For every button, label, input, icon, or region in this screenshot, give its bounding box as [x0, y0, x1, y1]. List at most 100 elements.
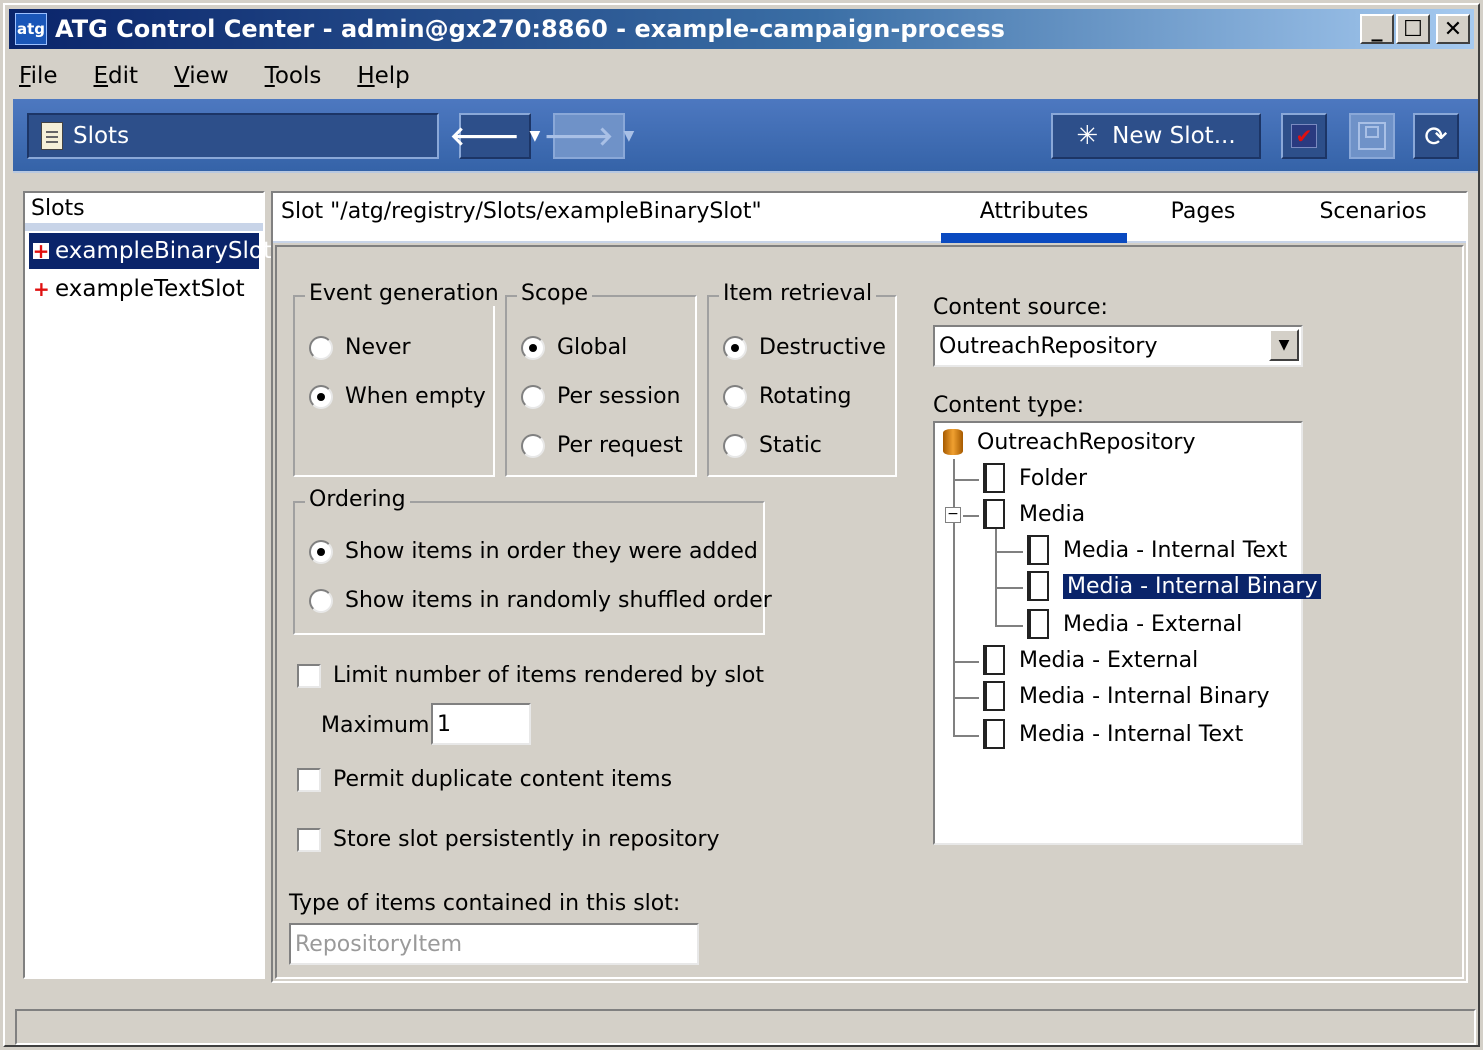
tree-node-selected[interactable]: Media - Internal Binary	[1027, 569, 1322, 603]
tree-node[interactable]: Media - External	[983, 643, 1198, 677]
content-type-tree[interactable]: − OutreachRepository Folder Media Media …	[933, 421, 1322, 845]
event-generation-legend: Event generation	[305, 281, 503, 306]
radio-label: Destructive	[759, 335, 886, 360]
tree-node[interactable]: Media - Internal Text	[1027, 533, 1287, 567]
radio-button[interactable]	[521, 433, 545, 458]
permit-duplicates-checkbox[interactable]	[297, 767, 321, 792]
tree-node-label: Media - Internal Text	[1019, 721, 1244, 747]
item-type-field[interactable]: RepositoryItem	[289, 923, 699, 965]
slot-list-item[interactable]: + exampleTextSlot	[29, 271, 259, 307]
slot-path: Slot "/atg/registry/Slots/exampleBinaryS…	[281, 199, 762, 224]
window-controls: _ ☐ ✕	[1360, 14, 1470, 44]
menu-view[interactable]: View	[170, 61, 233, 91]
item-type-icon	[983, 463, 1005, 493]
navigation-selector[interactable]: Slots	[27, 113, 439, 159]
checkbox-label: Limit number of items rendered by slot	[333, 663, 764, 688]
minimize-button[interactable]: _	[1360, 14, 1394, 44]
save-button[interactable]	[1349, 113, 1395, 159]
maximum-field[interactable]: 1	[431, 703, 531, 745]
tree-node[interactable]: Media	[983, 497, 1085, 531]
limit-items-checkbox[interactable]	[297, 663, 321, 688]
radio-button[interactable]	[723, 335, 747, 360]
arrow-right-icon: 🡒	[543, 121, 614, 152]
item-type-icon	[983, 681, 1005, 711]
tree-node-label: Folder	[1019, 465, 1087, 491]
radio-order-shuffled[interactable]: Show items in randomly shuffled order	[309, 588, 772, 613]
radio-per-request[interactable]: Per request	[521, 433, 683, 458]
radio-when-empty[interactable]: When empty	[309, 384, 486, 409]
limit-items-checkbox-row[interactable]: Limit number of items rendered by slot	[297, 663, 764, 688]
radio-order-added[interactable]: Show items in order they were added	[309, 539, 758, 564]
radio-button[interactable]	[309, 588, 333, 613]
sparkle-icon: ✳	[1076, 121, 1099, 151]
tab-attributes[interactable]: Attributes	[941, 199, 1127, 243]
database-icon	[943, 429, 963, 455]
dropdown-button[interactable]: ▼	[1269, 329, 1299, 361]
slot-list-item[interactable]: + exampleBinarySlot	[29, 233, 272, 269]
atg-logo-icon: atg	[15, 13, 47, 45]
tree-node[interactable]: Folder	[983, 461, 1087, 495]
menu-file[interactable]: File	[15, 61, 62, 91]
tree-node[interactable]: Media - External	[1027, 607, 1242, 641]
slot-label: exampleBinarySlot	[55, 238, 272, 264]
back-button[interactable]: 🡐 ▼	[450, 113, 540, 159]
close-button[interactable]: ✕	[1436, 14, 1470, 44]
radio-button[interactable]	[309, 384, 333, 409]
refresh-button[interactable]: ⟳	[1413, 113, 1459, 159]
slot-icon: +	[32, 239, 50, 263]
slot-editor-panel: Slot "/atg/registry/Slots/exampleBinaryS…	[271, 191, 1468, 983]
menu-help[interactable]: Help	[353, 61, 413, 91]
menu-edit[interactable]: Edit	[90, 61, 143, 91]
item-type-icon	[1027, 609, 1049, 639]
radio-selected-dot	[317, 392, 325, 401]
tree-node-root[interactable]: OutreachRepository	[943, 425, 1196, 459]
minimize-icon: _	[1371, 16, 1383, 42]
menu-tools[interactable]: Tools	[261, 61, 326, 91]
radio-destructive[interactable]: Destructive	[723, 335, 886, 360]
tab-pages[interactable]: Pages	[1153, 199, 1253, 243]
tab-scenarios[interactable]: Scenarios	[1303, 199, 1443, 243]
content-type-label: Content type:	[933, 393, 1085, 418]
permit-duplicates-checkbox-row[interactable]: Permit duplicate content items	[297, 767, 672, 792]
tree-node[interactable]: Media - Internal Text	[983, 717, 1243, 751]
item-retrieval-group: Item retrieval Destructive Rotating Stat…	[707, 281, 897, 477]
radio-static[interactable]: Static	[723, 433, 822, 458]
item-type-label: Type of items contained in this slot:	[289, 891, 681, 916]
radio-rotating[interactable]: Rotating	[723, 384, 852, 409]
content-source-value: OutreachRepository	[939, 333, 1158, 359]
scope-legend: Scope	[517, 281, 593, 306]
save-icon	[1358, 122, 1386, 150]
tree-node-label: Media - External	[1063, 611, 1243, 637]
tree-node[interactable]: Media - Internal Binary	[983, 679, 1269, 713]
slot-editor-header: Slot "/atg/registry/Slots/exampleBinaryS…	[273, 193, 1466, 243]
radio-never[interactable]: Never	[309, 335, 411, 360]
toolbar: Slots 🡐 ▼ 🡒 ▼ ✳ New Slot... ✔ ⟳	[13, 99, 1478, 173]
radio-button[interactable]	[723, 384, 747, 409]
slot-label: exampleTextSlot	[55, 276, 245, 302]
status-bar	[15, 1009, 1476, 1045]
title-bar[interactable]: atg ATG Control Center - admin@gx270:886…	[9, 9, 1474, 49]
tree-node-label: Media - Internal Text	[1063, 537, 1288, 563]
chevron-down-icon: ▼	[1278, 337, 1290, 353]
radio-button[interactable]	[521, 335, 545, 360]
maximize-button[interactable]: ☐	[1396, 14, 1430, 44]
radio-label: Static	[759, 433, 822, 458]
radio-button[interactable]	[723, 433, 747, 458]
radio-button[interactable]	[521, 384, 545, 409]
radio-button[interactable]	[309, 335, 333, 360]
forward-button[interactable]: 🡒 ▼	[544, 113, 634, 159]
slots-list-panel: Slots + exampleBinarySlot + exampleTextS…	[23, 191, 272, 979]
content-source-label: Content source:	[933, 295, 1108, 320]
collapse-toggle-icon[interactable]: −	[945, 507, 961, 523]
radio-per-session[interactable]: Per session	[521, 384, 681, 409]
new-slot-button[interactable]: ✳ New Slot...	[1051, 113, 1261, 159]
radio-label: Rotating	[759, 384, 852, 409]
check-in-button[interactable]: ✔	[1281, 113, 1327, 159]
store-persistently-checkbox[interactable]	[297, 827, 321, 852]
content-source-select[interactable]: OutreachRepository ▼	[933, 325, 1303, 367]
radio-button[interactable]	[309, 539, 333, 564]
store-persistently-checkbox-row[interactable]: Store slot persistently in repository	[297, 827, 720, 852]
radio-global[interactable]: Global	[521, 335, 627, 360]
tree-node-label: Media - Internal Binary	[1063, 573, 1322, 599]
item-type-icon	[983, 719, 1005, 749]
